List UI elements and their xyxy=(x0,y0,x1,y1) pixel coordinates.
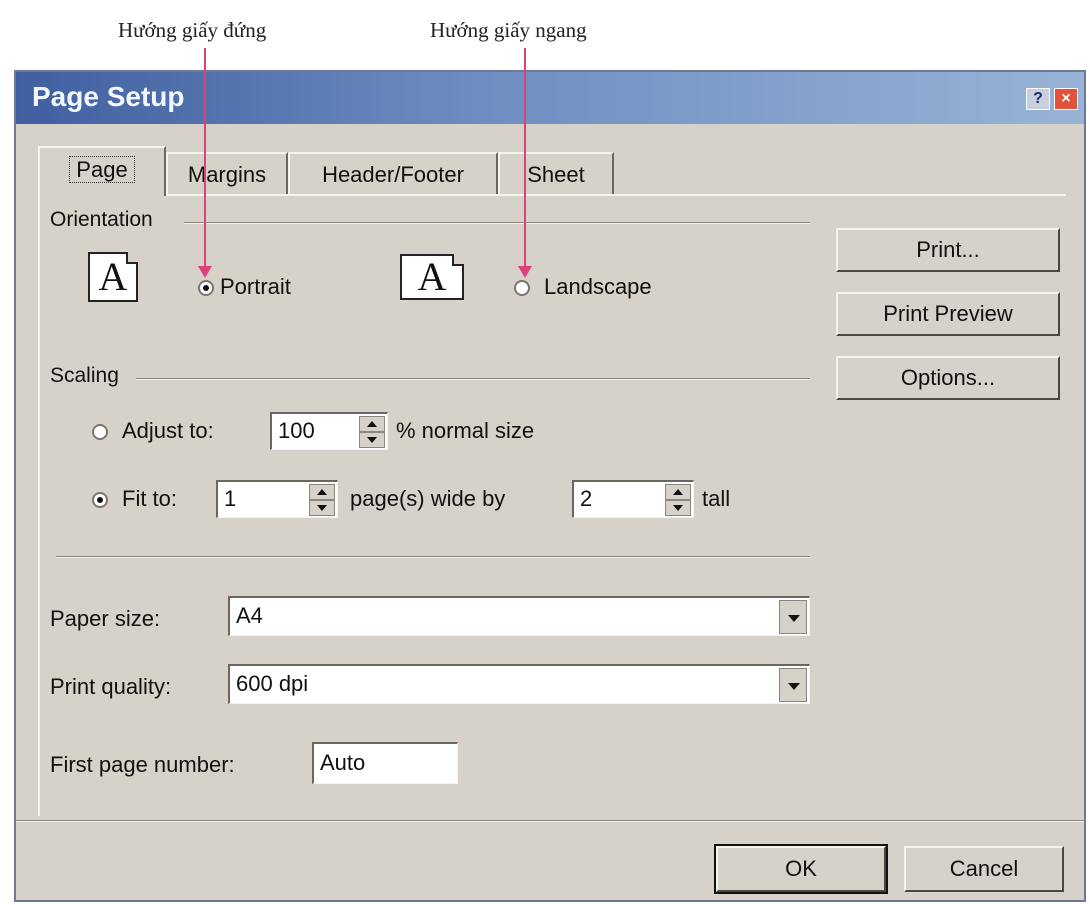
print-preview-button[interactable]: Print Preview xyxy=(836,292,1060,336)
spin-down-icon[interactable] xyxy=(309,500,335,516)
portrait-arrow-head xyxy=(198,266,212,278)
tab-page[interactable]: Page xyxy=(38,146,166,196)
print-button[interactable]: Print... xyxy=(836,228,1060,272)
footer-divider xyxy=(16,820,1084,822)
spin-up-icon[interactable] xyxy=(309,484,335,500)
paper-size-select[interactable]: A4 xyxy=(228,596,810,636)
tab-sheet-label: Sheet xyxy=(527,162,585,187)
landscape-radio[interactable] xyxy=(514,280,530,296)
title-bar[interactable]: Page Setup ? × xyxy=(16,72,1084,124)
adjust-to-value: 100 xyxy=(278,418,315,443)
spin-up-icon[interactable] xyxy=(359,416,385,432)
adjust-to-label[interactable]: Adjust to: xyxy=(122,418,214,444)
print-quality-value: 600 dpi xyxy=(236,671,309,696)
portrait-icon-glyph: A xyxy=(98,254,128,299)
spin-down-icon[interactable] xyxy=(665,500,691,516)
paper-size-value: A4 xyxy=(236,603,263,628)
portrait-arrow xyxy=(204,48,206,266)
dialog-title: Page Setup xyxy=(32,81,185,112)
tab-margins-label: Margins xyxy=(187,162,267,187)
landscape-label[interactable]: Landscape xyxy=(544,274,652,300)
fit-tall-spin-buttons[interactable] xyxy=(665,484,691,516)
page-fold-icon xyxy=(126,252,138,264)
adjust-spin-buttons[interactable] xyxy=(359,416,385,448)
fit-to-label[interactable]: Fit to: xyxy=(122,486,177,512)
chevron-down-icon[interactable] xyxy=(779,600,807,634)
fit-tall-spinner[interactable]: 2 xyxy=(572,480,694,518)
first-page-number-field[interactable]: Auto xyxy=(312,742,458,784)
print-quality-label: Print quality: xyxy=(50,674,172,699)
page-setup-dialog: Page Setup ? × Page Margins Header/Foote… xyxy=(14,48,1086,902)
fit-to-radio[interactable] xyxy=(92,492,108,508)
page-fold-icon xyxy=(452,254,464,266)
fit-wide-spin-buttons[interactable] xyxy=(309,484,335,516)
tab-page-label: Page xyxy=(69,156,135,183)
spin-down-icon[interactable] xyxy=(359,432,385,448)
close-button[interactable]: × xyxy=(1054,88,1078,110)
landscape-caption: Hướng giấy ngang xyxy=(430,18,587,42)
scaling-group-label: Scaling xyxy=(50,364,119,387)
portrait-label[interactable]: Portrait xyxy=(220,274,291,300)
orientation-group-label: Orientation xyxy=(50,208,153,231)
pages-wide-label: page(s) wide by xyxy=(350,486,506,511)
portrait-caption: Hướng giấy đứng xyxy=(118,18,267,42)
tab-margins[interactable]: Margins xyxy=(166,152,288,194)
landscape-icon-glyph: A xyxy=(417,254,447,299)
tab-header-footer-label: Header/Footer xyxy=(322,162,464,187)
tab-header-footer[interactable]: Header/Footer xyxy=(288,152,498,194)
adjust-to-radio[interactable] xyxy=(92,424,108,440)
fit-wide-spinner[interactable]: 1 xyxy=(216,480,338,518)
print-quality-select[interactable]: 600 dpi xyxy=(228,664,810,704)
fit-tall-value: 2 xyxy=(580,486,593,511)
first-page-number-value: Auto xyxy=(320,750,366,775)
landscape-page-icon: A xyxy=(400,254,464,300)
portrait-radio[interactable] xyxy=(198,280,214,296)
scaling-divider xyxy=(136,378,810,380)
first-page-number-label: First page number: xyxy=(50,752,235,777)
chevron-down-icon[interactable] xyxy=(779,668,807,702)
spin-up-icon[interactable] xyxy=(665,484,691,500)
options-button[interactable]: Options... xyxy=(836,356,1060,400)
tab-sheet[interactable]: Sheet xyxy=(498,152,614,194)
paper-size-label: Paper size: xyxy=(50,606,161,631)
orientation-divider xyxy=(184,222,810,224)
landscape-arrow-head xyxy=(518,266,532,278)
adjust-to-spinner[interactable]: 100 xyxy=(270,412,388,450)
normal-size-label: % normal size xyxy=(396,418,535,443)
help-button[interactable]: ? xyxy=(1026,88,1050,110)
section-divider xyxy=(56,556,810,558)
landscape-arrow xyxy=(524,48,526,266)
ok-button[interactable]: OK xyxy=(714,844,888,894)
fit-wide-value: 1 xyxy=(224,486,237,511)
tall-label: tall xyxy=(702,486,731,511)
portrait-page-icon: A xyxy=(88,252,138,302)
cancel-button[interactable]: Cancel xyxy=(904,846,1064,892)
